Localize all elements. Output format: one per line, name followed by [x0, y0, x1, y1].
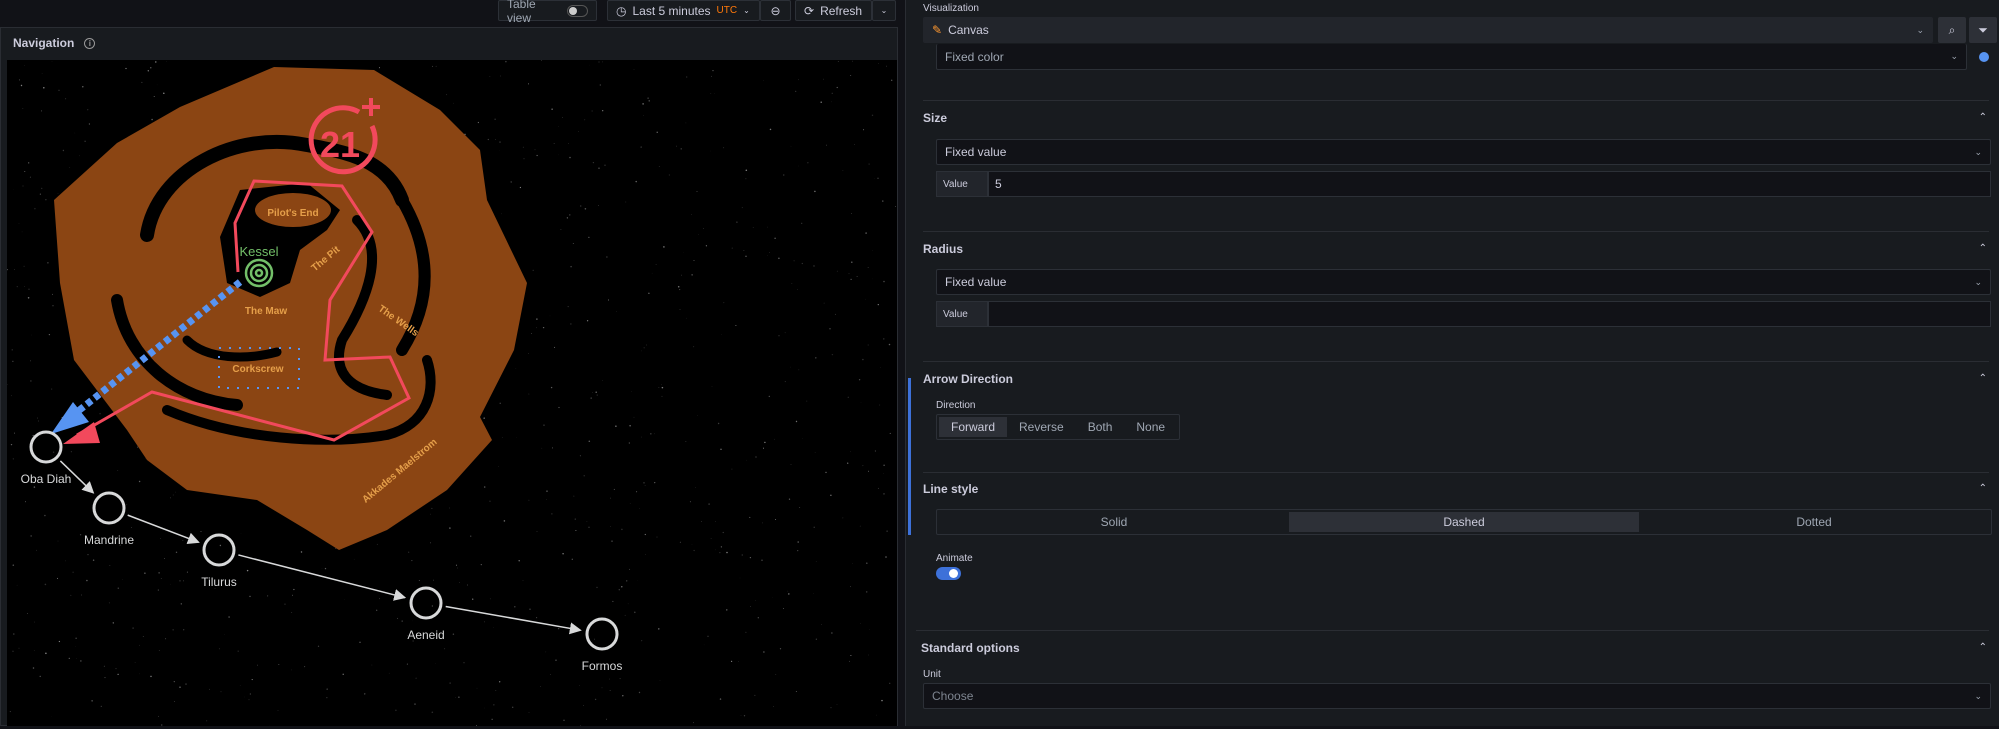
chevron-down-icon: ⌄	[1950, 51, 1958, 62]
chevron-down-icon: ⌄	[881, 6, 888, 15]
planet-label: Oba Diah	[21, 472, 72, 486]
chevron-up-icon[interactable]: ⌃	[1979, 642, 1987, 653]
canvas-icon: ✎	[932, 23, 942, 37]
refresh-interval-dropdown[interactable]: ⌄	[872, 0, 896, 21]
size-mode-select[interactable]: Fixed value ⌄	[936, 139, 1991, 165]
arrow-direction-section-header[interactable]: Arrow Direction	[923, 372, 1013, 386]
radius-value-row: Value	[936, 301, 1991, 327]
planet-node[interactable]	[411, 588, 441, 618]
planet-label: Tilurus	[201, 575, 237, 589]
svg-text:21: 21	[320, 124, 360, 165]
direction-label: Direction	[936, 400, 975, 411]
clock-icon: ◷	[616, 4, 626, 18]
planet-node[interactable]	[94, 493, 124, 523]
chevron-up-icon[interactable]: ⌃	[1979, 483, 1987, 494]
timezone-label: UTC	[717, 5, 738, 16]
animate-label: Animate	[936, 553, 973, 564]
chevron-up-icon[interactable]: ⌃	[1979, 243, 1987, 254]
planet-label: Formos	[582, 659, 623, 673]
size-mode-value: Fixed value	[945, 145, 1006, 159]
region-the-maw: The Maw	[245, 306, 287, 317]
radius-mode-value: Fixed value	[945, 275, 1006, 289]
color-swatch[interactable]	[1979, 52, 1989, 62]
chevron-up-icon[interactable]: ⌃	[1979, 373, 1987, 384]
search-icon: ⌕	[1949, 23, 1956, 38]
refresh-label: Refresh	[820, 4, 862, 18]
size-value-label: Value	[936, 171, 988, 197]
standard-options-section-header[interactable]: Standard options	[921, 641, 1020, 655]
radius-section-header[interactable]: Radius	[923, 242, 963, 256]
active-section-indicator	[908, 378, 911, 535]
info-icon[interactable]: i	[84, 38, 95, 49]
radius-mode-select[interactable]: Fixed value ⌄	[936, 269, 1991, 295]
size-value-row: Value5	[936, 171, 1991, 197]
planet-node[interactable]	[31, 432, 61, 462]
chevron-up-icon[interactable]: ⌃	[1979, 112, 1987, 123]
planet-label: Mandrine	[84, 533, 134, 547]
connection-arrow[interactable]	[238, 555, 404, 598]
table-view-toggle[interactable]: Table view	[498, 0, 597, 21]
chevron-down-icon: ⌄	[1974, 147, 1982, 158]
direction-forward[interactable]: Forward	[939, 417, 1007, 437]
filter-options-button[interactable]: ⏷	[1969, 17, 1997, 43]
toggle-switch[interactable]	[567, 5, 588, 17]
chevron-down-icon: ⌄	[743, 6, 750, 15]
size-section-header[interactable]: Size	[923, 111, 947, 125]
table-view-label: Table view	[507, 0, 561, 25]
color-mode-select[interactable]: Fixed color ⌄	[936, 44, 1967, 70]
radius-value-label: Value	[936, 301, 988, 327]
visualization-value: Canvas	[948, 23, 989, 37]
visualization-label: Visualization	[923, 3, 979, 14]
zoom-out-button[interactable]: ⊖	[760, 0, 791, 21]
color-mode-value: Fixed color	[945, 50, 1004, 64]
canvas-map[interactable]: 21 Kessel Pilot's End The Pit The Maw Co…	[7, 60, 897, 726]
chevron-down-icon: ⌄	[1974, 691, 1982, 702]
navigation-panel: Navigation i 21 Kessel Pilot's End The Pi…	[0, 27, 898, 726]
planet-node[interactable]	[204, 535, 234, 565]
chevron-down-icon: ⌄	[1974, 277, 1982, 288]
planet-label: Aeneid	[407, 628, 444, 642]
connection-arrow[interactable]	[128, 515, 199, 542]
size-value-input[interactable]: 5	[988, 171, 1991, 197]
unit-label: Unit	[923, 669, 941, 680]
search-options-button[interactable]: ⌕	[1938, 17, 1966, 43]
kessel-label: Kessel	[239, 244, 278, 259]
line-style-segmented: Solid Dashed Dotted	[936, 509, 1992, 535]
line-style-section-header[interactable]: Line style	[923, 482, 978, 496]
zoom-out-icon: ⊖	[770, 4, 780, 18]
direction-none[interactable]: None	[1124, 417, 1177, 437]
line-style-dashed[interactable]: Dashed	[1289, 512, 1639, 532]
refresh-icon: ⟳	[804, 4, 814, 18]
visualization-picker[interactable]: ✎ Canvas ⌄	[923, 17, 1933, 43]
direction-both[interactable]: Both	[1076, 417, 1125, 437]
line-style-solid[interactable]: Solid	[939, 512, 1289, 532]
chevron-down-icon: ⌄	[1916, 25, 1924, 36]
line-style-dotted[interactable]: Dotted	[1639, 512, 1989, 532]
filter-icon: ⏷	[1978, 23, 1988, 38]
unit-select[interactable]: Choose ⌄	[923, 683, 1991, 709]
region-corkscrew: Corkscrew	[232, 364, 283, 375]
region-pilots-end: Pilot's End	[267, 208, 318, 219]
panel-title: Navigation	[13, 36, 74, 50]
direction-reverse[interactable]: Reverse	[1007, 417, 1076, 437]
options-pane: Visualization ✎Canvas⌄ ⌕ ⏷ Fixed color⌄ …	[905, 0, 1999, 726]
refresh-button[interactable]: ⟳ Refresh	[795, 0, 872, 21]
planet-node[interactable]	[587, 619, 617, 649]
time-picker-button[interactable]: ◷ Last 5 minutes UTC ⌄	[607, 0, 760, 21]
time-range-label: Last 5 minutes	[632, 4, 710, 18]
connection-arrow[interactable]	[446, 606, 581, 630]
animate-toggle[interactable]	[936, 567, 961, 580]
direction-radio-group: Forward Reverse Both None	[936, 414, 1180, 440]
unit-placeholder: Choose	[932, 689, 973, 703]
radius-value-input[interactable]	[988, 301, 1991, 327]
